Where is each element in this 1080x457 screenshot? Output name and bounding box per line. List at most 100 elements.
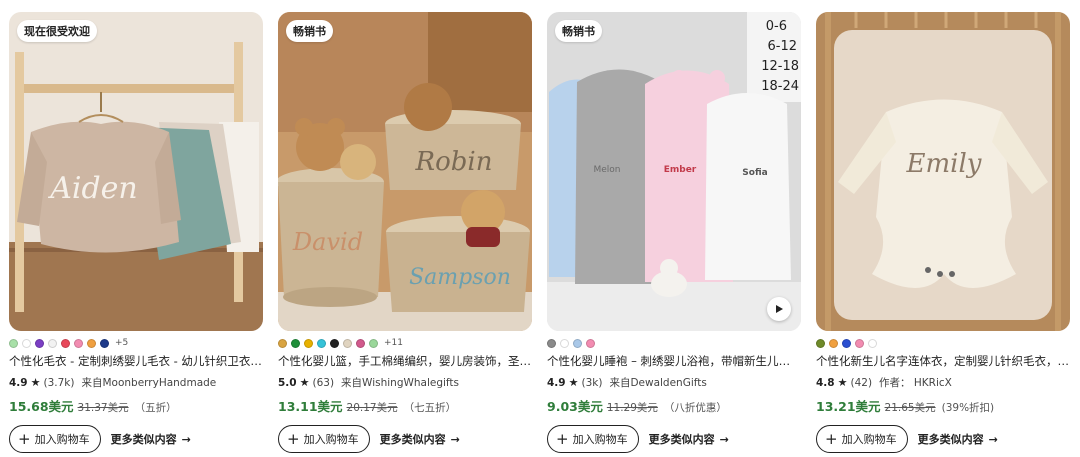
arrow-right-icon: → bbox=[719, 432, 729, 446]
review-count: (42) bbox=[850, 376, 873, 389]
color-swatch[interactable] bbox=[547, 338, 556, 348]
rating-value: 5.0 bbox=[278, 376, 297, 389]
add-to-cart-button[interactable]: + 加入购物车 bbox=[278, 425, 370, 453]
sale-price: 13.21美元 bbox=[816, 399, 881, 414]
star-icon: ★ bbox=[299, 376, 310, 389]
color-swatch[interactable] bbox=[369, 338, 378, 348]
romper-name-text: Emily bbox=[906, 149, 982, 179]
more-like-this-label: 更多类似内容 bbox=[917, 433, 984, 446]
seller-name[interactable]: 来自MoonberryHandmade bbox=[81, 375, 216, 390]
add-to-cart-button[interactable]: + 加入购物车 bbox=[9, 425, 101, 453]
rating-value: 4.8 bbox=[816, 376, 835, 389]
basket-name-sampson: Sampson bbox=[409, 265, 511, 290]
color-swatch[interactable] bbox=[35, 338, 44, 348]
product-title[interactable]: 个性化毛衣 - 定制刺绣婴儿毛衣 - 幼儿针织卫衣 - ... bbox=[9, 353, 263, 369]
rating-row: 4.9 ★ (3k) 来自DewaldenGifts bbox=[547, 375, 801, 390]
color-swatch[interactable] bbox=[573, 338, 582, 348]
product-title[interactable]: 个性化婴儿篮，手工棉绳编织，婴儿房装饰，圣诞... bbox=[278, 353, 532, 369]
color-swatch[interactable] bbox=[291, 338, 300, 348]
product-card[interactable]: Aiden 现在很受欢迎 +5 个性化毛衣 - 定制刺绣婴儿毛衣 - 幼儿针织卫… bbox=[9, 12, 263, 453]
product-image[interactable]: Emily bbox=[816, 12, 1070, 331]
color-swatches: +5 bbox=[9, 337, 263, 349]
product-card[interactable]: 0-6 6-12 12-18 18-24 Melon Ember Sofia 畅… bbox=[547, 12, 801, 453]
color-swatch[interactable] bbox=[829, 338, 838, 348]
robe-name-melon: Melon bbox=[593, 165, 620, 175]
color-swatch[interactable] bbox=[74, 338, 83, 348]
discount-label: （五折） bbox=[134, 402, 177, 414]
rating-row: 4.9 ★ (3.7k) 来自MoonberryHandmade bbox=[9, 375, 263, 390]
color-swatch[interactable] bbox=[304, 338, 313, 348]
color-swatch[interactable] bbox=[48, 338, 57, 348]
discount-label: (39%折扣) bbox=[941, 402, 995, 414]
seller-name[interactable]: 来自DewaldenGifts bbox=[609, 375, 706, 390]
original-price: 31.37美元 bbox=[77, 402, 129, 414]
color-swatch[interactable] bbox=[343, 338, 352, 348]
more-like-this-link[interactable]: 更多类似内容 → bbox=[380, 431, 460, 447]
color-swatch[interactable] bbox=[868, 338, 877, 348]
play-video-button[interactable] bbox=[767, 297, 791, 321]
color-swatches bbox=[816, 337, 1070, 349]
color-swatch[interactable] bbox=[317, 338, 326, 348]
sweater-name-text: Aiden bbox=[47, 171, 138, 206]
color-swatch[interactable] bbox=[330, 338, 339, 348]
discount-label: （八折优惠） bbox=[663, 402, 727, 414]
sale-price: 15.68美元 bbox=[9, 399, 74, 414]
price-row: 13.11美元 20.17美元 （七五折） bbox=[278, 396, 532, 415]
original-price: 20.17美元 bbox=[346, 402, 398, 414]
review-count: (63) bbox=[312, 376, 335, 389]
size-label-6-12: 6-12 bbox=[767, 39, 797, 54]
add-to-cart-button[interactable]: + 加入购物车 bbox=[547, 425, 639, 453]
color-swatches: +11 bbox=[278, 337, 532, 349]
rating-value: 4.9 bbox=[547, 376, 566, 389]
basket-name-david: David bbox=[292, 228, 363, 256]
seller-name[interactable]: 来自WishingWhalegifts bbox=[341, 375, 459, 390]
color-swatch[interactable] bbox=[100, 338, 109, 348]
size-label-18-24: 18-24 bbox=[761, 79, 799, 94]
more-like-this-label: 更多类似内容 bbox=[648, 433, 715, 446]
price-row: 13.21美元 21.65美元 (39%折扣) bbox=[816, 396, 1070, 415]
product-image[interactable]: Aiden 现在很受欢迎 bbox=[9, 12, 263, 331]
more-like-this-link[interactable]: 更多类似内容 → bbox=[918, 431, 998, 447]
product-card[interactable]: Robin David Sampson 畅销书 +11 个性化婴儿篮，手工棉绳编… bbox=[278, 12, 532, 453]
add-to-cart-label: 加入购物车 bbox=[303, 433, 359, 446]
color-swatch[interactable] bbox=[61, 338, 70, 348]
price-row: 15.68美元 31.37美元 （五折） bbox=[9, 396, 263, 415]
more-like-this-link[interactable]: 更多类似内容 → bbox=[111, 431, 191, 447]
sweater-photo: Aiden bbox=[9, 12, 263, 331]
size-label-0-6: 0-6 bbox=[766, 19, 787, 34]
add-to-cart-label: 加入购物车 bbox=[841, 433, 897, 446]
color-swatch[interactable] bbox=[816, 338, 825, 348]
product-title[interactable]: 个性化新生儿名字连体衣，定制婴儿针织毛衣，婴... bbox=[816, 353, 1070, 369]
rating-row: 4.8 ★ (42) 作者： HKRicX bbox=[816, 375, 1070, 390]
original-price: 21.65美元 bbox=[884, 402, 936, 414]
plus-icon: + bbox=[556, 429, 569, 448]
color-swatch[interactable] bbox=[560, 338, 569, 348]
add-to-cart-button[interactable]: + 加入购物车 bbox=[816, 425, 908, 453]
color-swatch[interactable] bbox=[87, 338, 96, 348]
color-swatch[interactable] bbox=[586, 338, 595, 348]
color-swatch[interactable] bbox=[278, 338, 287, 348]
original-price: 11.29美元 bbox=[606, 402, 658, 414]
price-row: 9.03美元 11.29美元 （八折优惠） bbox=[547, 396, 801, 415]
romper-photo: Emily bbox=[816, 12, 1070, 331]
color-swatch[interactable] bbox=[842, 338, 851, 348]
color-swatch[interactable] bbox=[855, 338, 864, 348]
plus-icon: + bbox=[18, 429, 31, 448]
product-image[interactable]: 0-6 6-12 12-18 18-24 Melon Ember Sofia 畅… bbox=[547, 12, 801, 331]
review-count: (3.7k) bbox=[43, 376, 75, 389]
sale-price: 9.03美元 bbox=[547, 399, 603, 414]
color-swatch[interactable] bbox=[9, 338, 18, 348]
color-swatch[interactable] bbox=[22, 338, 31, 348]
rating-value: 4.9 bbox=[9, 376, 28, 389]
product-title[interactable]: 个性化婴儿睡袍 – 刺绣婴儿浴袍，带帽新生儿及幼... bbox=[547, 353, 801, 369]
color-swatch[interactable] bbox=[356, 338, 365, 348]
seller-name[interactable]: 作者： HKRicX bbox=[879, 375, 952, 390]
add-to-cart-label: 加入购物车 bbox=[572, 433, 628, 446]
robe-photo: 0-6 6-12 12-18 18-24 Melon Ember Sofia bbox=[547, 12, 801, 331]
product-image[interactable]: Robin David Sampson 畅销书 bbox=[278, 12, 532, 331]
star-icon: ★ bbox=[837, 376, 848, 389]
size-label-12-18: 12-18 bbox=[761, 59, 799, 74]
robe-name-ember: Ember bbox=[664, 165, 697, 175]
more-like-this-link[interactable]: 更多类似内容 → bbox=[649, 431, 729, 447]
product-card[interactable]: Emily 个性化新生儿名字连体衣，定制婴儿针织毛衣，婴... 4.8 ★ (4… bbox=[816, 12, 1070, 453]
